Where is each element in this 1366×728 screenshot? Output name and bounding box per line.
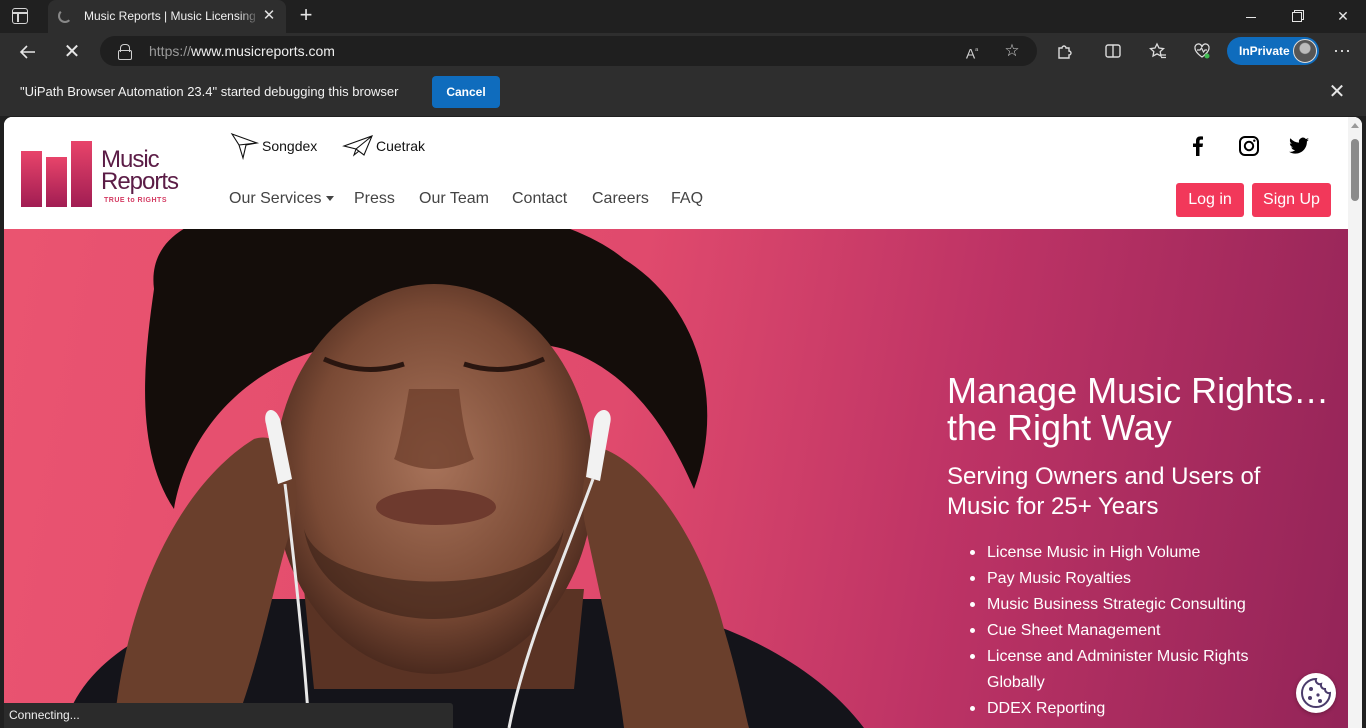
hero-banner: Manage Music Rights… the Right Way Servi…: [4, 229, 1348, 728]
hero-title: Manage Music Rights… the Right Way: [947, 370, 1330, 448]
hero-subtitle: Serving Owners and Users of Music for 25…: [947, 463, 1261, 520]
chevron-down-icon: [326, 196, 335, 202]
cuetrak-icon: [342, 135, 373, 157]
minimize-button[interactable]: [1228, 0, 1274, 33]
scroll-up-icon[interactable]: [1351, 123, 1359, 128]
tab-actions-icon[interactable]: [12, 8, 28, 24]
facebook-icon[interactable]: [1187, 135, 1209, 157]
favorites-icon[interactable]: [1146, 39, 1170, 63]
url-text[interactable]: https://www.musicreports.com: [149, 43, 335, 59]
stop-loading-icon[interactable]: ✕: [56, 36, 88, 68]
list-item: License Music in High Volume: [969, 540, 1269, 566]
list-item: Pay Music Royalties: [969, 566, 1269, 592]
twitter-icon[interactable]: [1288, 135, 1310, 157]
tab-close-icon[interactable]: ✕: [260, 7, 278, 25]
address-bar[interactable]: https://www.musicreports.com Aᵃ ☆: [100, 36, 1037, 66]
instagram-icon[interactable]: [1238, 135, 1260, 157]
logo-bars: [21, 139, 96, 207]
lock-icon[interactable]: [118, 44, 132, 60]
hero-photo: [64, 229, 864, 728]
infobar-message: "UiPath Browser Automation 23.4" started…: [20, 84, 399, 99]
loading-spinner-icon: [58, 9, 72, 23]
maximize-button[interactable]: [1274, 0, 1320, 33]
logo-wordmark: Music Reports: [101, 146, 179, 195]
infobar-cancel-button[interactable]: Cancel: [432, 76, 500, 108]
puzzle-icon[interactable]: [1053, 39, 1077, 63]
list-item: Cue Sheet Management: [969, 618, 1269, 644]
nav-contact[interactable]: Contact: [512, 190, 567, 208]
profile-avatar[interactable]: [1293, 39, 1317, 63]
star-icon[interactable]: ☆: [1002, 41, 1022, 61]
inprivate-label: InPrivate: [1239, 44, 1290, 58]
nav-press[interactable]: Press: [354, 190, 395, 208]
music-reports-logo[interactable]: Music Reports TRUE to RIGHTS: [21, 139, 191, 209]
tab-strip: Music Reports | Music Licensing & Royalt…: [0, 0, 1366, 33]
browser-toolbar: ✕ https://www.musicreports.com Aᵃ ☆ InPr…: [0, 33, 1366, 70]
nav-careers[interactable]: Careers: [592, 190, 649, 208]
close-window-button[interactable]: ✕: [1320, 0, 1366, 33]
split-screen-icon[interactable]: [1101, 39, 1125, 63]
back-arrow-icon[interactable]: [12, 36, 44, 68]
ellipsis-icon[interactable]: ···: [1330, 39, 1354, 63]
infobar-close-icon[interactable]: ✕: [1326, 81, 1348, 103]
heart-pulse-icon[interactable]: [1190, 39, 1214, 63]
nav-faq[interactable]: FAQ: [671, 190, 703, 208]
site-header: Music Reports TRUE to RIGHTS Songdex Cue…: [4, 117, 1348, 229]
cookie-icon[interactable]: [1296, 673, 1336, 713]
logo-tagline: TRUE to RIGHTS: [104, 197, 167, 204]
debugging-infobar: "UiPath Browser Automation 23.4" started…: [0, 70, 1366, 116]
read-aloud-icon[interactable]: Aᵃ: [962, 41, 982, 62]
list-item: DDEX Reporting: [969, 696, 1269, 722]
services-list: License Music in High Volume Pay Music R…: [969, 540, 1269, 722]
browser-tab[interactable]: Music Reports | Music Licensing & Royalt…: [48, 0, 286, 33]
new-tab-icon[interactable]: +: [294, 4, 318, 28]
page-viewport: Music Reports TRUE to RIGHTS Songdex Cue…: [4, 117, 1362, 728]
page-scrollbar[interactable]: [1348, 117, 1362, 728]
songdex-icon: [230, 132, 260, 161]
login-button[interactable]: Log in: [1176, 183, 1244, 217]
tab-title: Music Reports | Music Licensing & Royalt…: [84, 9, 260, 23]
status-bubble: Connecting...: [4, 703, 453, 728]
list-item: Music Business Strategic Consulting: [969, 592, 1269, 618]
nav-our-team[interactable]: Our Team: [419, 190, 489, 208]
nav-our-services[interactable]: Our Services: [229, 190, 335, 208]
scroll-thumb[interactable]: [1351, 139, 1359, 201]
list-item: License and Administer Music Rights Glob…: [969, 644, 1269, 696]
inprivate-badge[interactable]: InPrivate: [1227, 37, 1319, 65]
signup-button[interactable]: Sign Up: [1252, 183, 1331, 217]
